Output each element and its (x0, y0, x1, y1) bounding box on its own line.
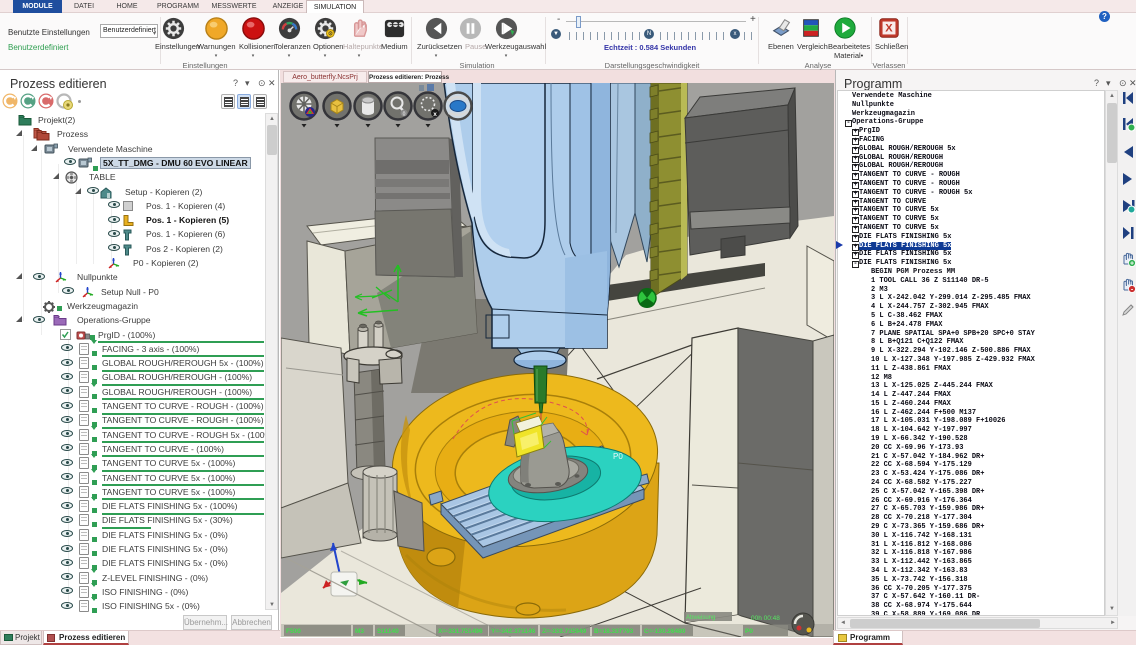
svg-text:+: + (1130, 261, 1134, 268)
svg-text:⚙: ⚙ (327, 30, 332, 37)
svg-text:X: X (885, 23, 893, 35)
svg-text:0: 0 (403, 112, 406, 118)
svg-text:x: x (433, 111, 437, 118)
svg-text:Y=-342.371146: Y=-342.371146 (491, 628, 536, 635)
svg-text:B=18.337793: B=18.337793 (594, 628, 634, 635)
svg-text:P0: P0 (613, 452, 623, 461)
svg-text:F500: F500 (286, 628, 301, 635)
svg-text:Abweisung: Abweisung (686, 615, 715, 621)
svg-text:X=-331.751496: X=-331.751496 (438, 628, 483, 635)
svg-text:C=-130.26480: C=-130.26480 (644, 628, 686, 635)
svg-text:P0: P0 (745, 628, 753, 635)
svg-text:Z=-333.715949: Z=-333.715949 (542, 628, 587, 635)
svg-text:00h 00:48: 00h 00:48 (751, 615, 780, 622)
svg-text:S11140: S11140 (377, 628, 399, 635)
svg-text:M3: M3 (355, 628, 364, 635)
